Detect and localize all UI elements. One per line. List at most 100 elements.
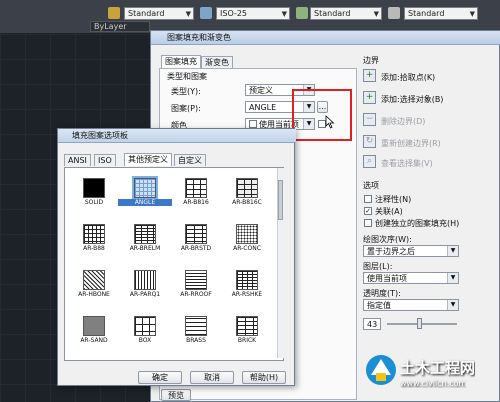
highlight-box [292, 89, 352, 141]
transparency-value: 指定值 [367, 301, 391, 310]
text-style-icon[interactable] [108, 7, 120, 19]
pattern-label: BRICK [237, 337, 257, 344]
pattern-label: AR-B816C [232, 199, 262, 206]
pattern-swatch [134, 270, 156, 290]
pattern-item-ar-brstd[interactable]: AR-BRSTD [175, 222, 217, 256]
pattern-swatch [83, 270, 105, 290]
help-button[interactable]: 帮助(H) [242, 371, 286, 384]
pattern-item-ar-brelm[interactable]: AR-BRELM [124, 222, 166, 256]
type-combo-value: 预定义 [249, 86, 273, 95]
dim-style-combo[interactable]: ISO-25 ▼ [216, 7, 290, 20]
pattern-item-ar-rroof[interactable]: AR-RROOF [175, 268, 217, 302]
pattern-swatch [185, 270, 207, 290]
remove-boundary-button[interactable]: 删除边界(D) [381, 116, 425, 127]
pattern-item-brass[interactable]: BRASS [175, 314, 217, 348]
text-style-combo[interactable]: Standard ▼ [124, 7, 194, 20]
layer-value: 使用当前项 [367, 274, 407, 283]
pattern-swatch [134, 224, 156, 244]
transparency-slider-track[interactable] [387, 323, 457, 325]
layer-combo-dialog[interactable]: 使用当前项 ▼ [363, 272, 459, 284]
pattern-swatch [83, 178, 105, 198]
palette-title: 填充图案选项板 [58, 129, 296, 143]
tab-iso[interactable]: ISO [94, 154, 116, 166]
transparency-number[interactable]: 43 [363, 318, 381, 330]
transparency-combo[interactable]: 指定值 ▼ [363, 299, 459, 311]
pattern-swatch [236, 224, 258, 244]
pattern-label: AR-SAND [80, 337, 108, 344]
multileader-style-value: Standard [408, 9, 445, 18]
text-style-value: Standard [128, 9, 165, 18]
pattern-item-ar-b816c[interactable]: AR-B816C [226, 176, 268, 210]
dim-style-value: ISO-25 [220, 9, 248, 18]
pattern-item-ar-b816[interactable]: AR-B816 [175, 176, 217, 210]
add-select-objects-icon[interactable]: + [363, 91, 376, 104]
recreate-boundary-icon: ↻ [363, 135, 376, 148]
type-pattern-group-title: 类型和图案 [165, 71, 209, 82]
transparency-slider-thumb[interactable] [417, 318, 422, 329]
multileader-style-combo[interactable]: Standard ▼ [404, 7, 478, 20]
pattern-label: BOX [138, 337, 152, 344]
pattern-label: AR-CONC [233, 245, 261, 252]
pattern-item-ar-b88[interactable]: AR-B88 [73, 222, 115, 256]
view-selection-button[interactable]: 查看选择集(V) [381, 158, 433, 169]
cancel-button[interactable]: 取消 [190, 371, 234, 384]
tab-ansi[interactable]: ANSI [64, 154, 91, 166]
pattern-label: AR-RSHKE [231, 291, 263, 298]
chevron-down-icon: ▼ [447, 273, 458, 283]
table-style-icon[interactable] [296, 7, 308, 19]
pattern-item-solid[interactable]: SOLID [73, 176, 115, 210]
draw-order-label: 绘图次序(W): [363, 235, 412, 244]
pattern-combo-value: ANGLE [249, 103, 277, 112]
pattern-item-ar-rshke[interactable]: AR-RSHKE [226, 268, 268, 302]
pattern-item-ar-parq1[interactable]: AR-PARQ1 [124, 268, 166, 302]
pattern-label: AR-B816 [183, 199, 209, 206]
tab-gradient[interactable]: 渐变色 [201, 56, 233, 68]
pattern-item-brick[interactable]: BRICK [226, 314, 268, 348]
annotative-checkbox[interactable] [364, 195, 372, 203]
watermark-brand: 土木工程网 [400, 359, 476, 377]
dim-style-icon[interactable] [200, 7, 212, 19]
pattern-item-ar-hbone[interactable]: AR-HBONE [73, 268, 115, 302]
pattern-label: AR-RROOF [180, 291, 212, 298]
color-swatch [249, 120, 257, 128]
tab-custom[interactable]: 自定义 [174, 154, 206, 166]
table-style-combo[interactable]: Standard ▼ [310, 7, 382, 20]
tab-other-predefined[interactable]: 其他预定义 [124, 153, 172, 166]
pattern-swatch [236, 178, 258, 198]
pattern-label: AR-BRSTD [180, 245, 212, 252]
pattern-label: AR-HBONE [78, 291, 110, 298]
layer-combo-value: ByLayer [94, 22, 127, 31]
pattern-swatch [185, 316, 207, 336]
pattern-scrollbar[interactable] [277, 168, 284, 358]
draw-order-combo[interactable]: 置于边界之后 ▼ [363, 245, 459, 257]
pattern-swatch [83, 224, 105, 244]
add-select-objects-button[interactable]: 添加:选择对象(B) [381, 94, 443, 105]
scrollbar-thumb[interactable] [278, 180, 283, 220]
pattern-label: ANGLE [118, 199, 172, 206]
associative-label: 关联(A) [375, 207, 403, 216]
layer-combo[interactable]: ByLayer [90, 21, 150, 32]
add-pick-points-icon[interactable]: + [363, 69, 376, 82]
multileader-style-icon[interactable] [388, 7, 400, 19]
pattern-label: 图案(P): [171, 104, 201, 113]
recreate-boundary-button[interactable]: 重新创建边界(R) [381, 138, 441, 149]
table-style-value: Standard [314, 9, 351, 18]
pattern-item-ar-conc[interactable]: AR-CONC [226, 222, 268, 256]
chevron-down-icon: ▼ [447, 300, 458, 310]
pattern-item-ar-sand[interactable]: AR-SAND [73, 314, 115, 348]
ok-button[interactable]: 确定 [138, 371, 182, 384]
pattern-item-angle[interactable]: ANGLE [118, 176, 172, 210]
pattern-swatch [132, 176, 158, 200]
chevron-down-icon: ▼ [447, 246, 458, 256]
associative-checkbox[interactable]: ✓ [364, 207, 372, 215]
dialog-title: 图案填充和渐变色 [151, 31, 500, 45]
add-pick-points-button[interactable]: 添加:拾取点(K) [381, 72, 435, 83]
pattern-item-box[interactable]: BOX [124, 314, 166, 348]
remove-boundary-icon: − [363, 113, 376, 126]
pattern-label: AR-BRELM [129, 245, 161, 252]
options-section-title: 选项 [363, 181, 379, 190]
pattern-swatch [134, 316, 156, 336]
preview-button[interactable]: 预览 [161, 389, 191, 401]
separate-hatch-checkbox[interactable] [364, 219, 372, 227]
tab-hatch[interactable]: 图案填充 [161, 55, 201, 68]
